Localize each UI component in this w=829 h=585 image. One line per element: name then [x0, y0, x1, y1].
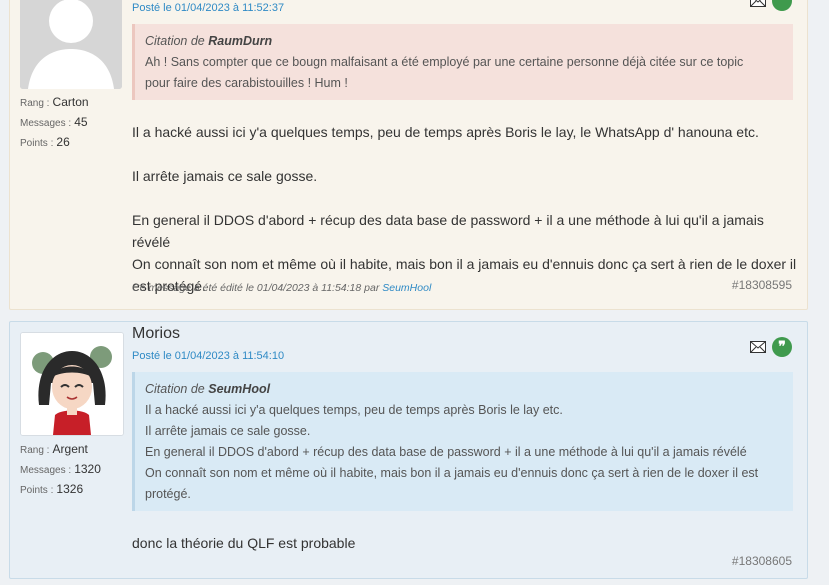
forum-post: Rang : Argent Messages : 1320 Points : 1…	[9, 321, 808, 579]
anime-girl-avatar-icon	[21, 333, 123, 435]
rank-value: Argent	[52, 442, 88, 456]
post-paragraph: Il a hacké aussi ici y'a quelques temps,…	[132, 124, 759, 140]
post-id[interactable]: #18308605	[732, 554, 792, 568]
quote-line: En general il DDOS d'abord + récup des d…	[145, 445, 747, 459]
post-paragraph: En general il DDOS d'abord + récup des d…	[132, 212, 764, 250]
post-paragraph: Il arrête jamais ce sale gosse.	[132, 168, 318, 184]
post-body: donc la théorie du QLF est probable	[132, 532, 802, 554]
user-stats: Rang : Argent Messages : 1320 Points : 1…	[20, 440, 101, 500]
mail-icon[interactable]	[750, 341, 766, 353]
post-actions: ❞	[750, 337, 792, 357]
post-paragraph: donc la théorie du QLF est probable	[132, 535, 356, 551]
quote-line: Ah ! Sans compter que ce bougn malfaisan…	[145, 55, 744, 69]
author-name[interactable]: Morios	[132, 325, 180, 343]
points-count: 26	[56, 135, 70, 149]
quote-author: RaumDurn	[208, 34, 273, 48]
mail-icon[interactable]	[750, 0, 766, 7]
quote-line: pour faire des carabistouilles ! Hum !	[145, 76, 348, 90]
quote-line: Il arrête jamais ce sale gosse.	[145, 424, 311, 438]
messages-label: Messages :	[20, 118, 72, 129]
points-label: Points :	[20, 138, 54, 149]
quote-icon[interactable]: ❞	[772, 0, 792, 11]
quote-block: Citation de RaumDurn Ah ! Sans compter q…	[132, 24, 793, 100]
avatar[interactable]	[20, 0, 122, 89]
messages-label: Messages :	[20, 465, 72, 476]
edit-note: Ce message a été édité le 01/04/2023 à 1…	[132, 282, 432, 294]
editor-link[interactable]: SeumHool	[382, 282, 431, 294]
post-actions: ❞	[750, 0, 792, 11]
post-date[interactable]: Posté le 01/04/2023 à 11:52:37	[132, 2, 284, 14]
rank-value: Carton	[52, 95, 89, 109]
messages-count: 1320	[74, 462, 101, 476]
quote-icon[interactable]: ❞	[772, 337, 792, 357]
scrollbar[interactable]	[819, 0, 829, 585]
quote-citation: Citation de SeumHool	[145, 382, 271, 396]
quote-block: Citation de SeumHool Il a hacké aussi ic…	[132, 372, 793, 511]
post-date[interactable]: Posté le 01/04/2023 à 11:54:10	[132, 350, 284, 362]
points-count: 1326	[56, 482, 84, 496]
quote-citation: Citation de RaumDurn	[145, 34, 273, 48]
quote-author: SeumHool	[208, 382, 271, 396]
messages-count: 45	[74, 115, 88, 129]
rank-label: Rang :	[20, 445, 50, 456]
user-stats: Rang : Carton Messages : 45 Points : 26	[20, 93, 89, 153]
quote-line: On connaît son nom et même où il habite,…	[145, 466, 759, 501]
post-id[interactable]: #18308595	[732, 278, 792, 292]
points-label: Points :	[20, 485, 54, 496]
forum-post: Rang : Carton Messages : 45 Points : 26 …	[9, 0, 808, 310]
post-body: Il a hacké aussi ici y'a quelques temps,…	[132, 121, 802, 297]
quote-line: Il a hacké aussi ici y'a quelques temps,…	[145, 403, 563, 417]
avatar[interactable]	[20, 332, 124, 436]
rank-label: Rang :	[20, 98, 50, 109]
default-avatar-icon	[20, 0, 122, 89]
